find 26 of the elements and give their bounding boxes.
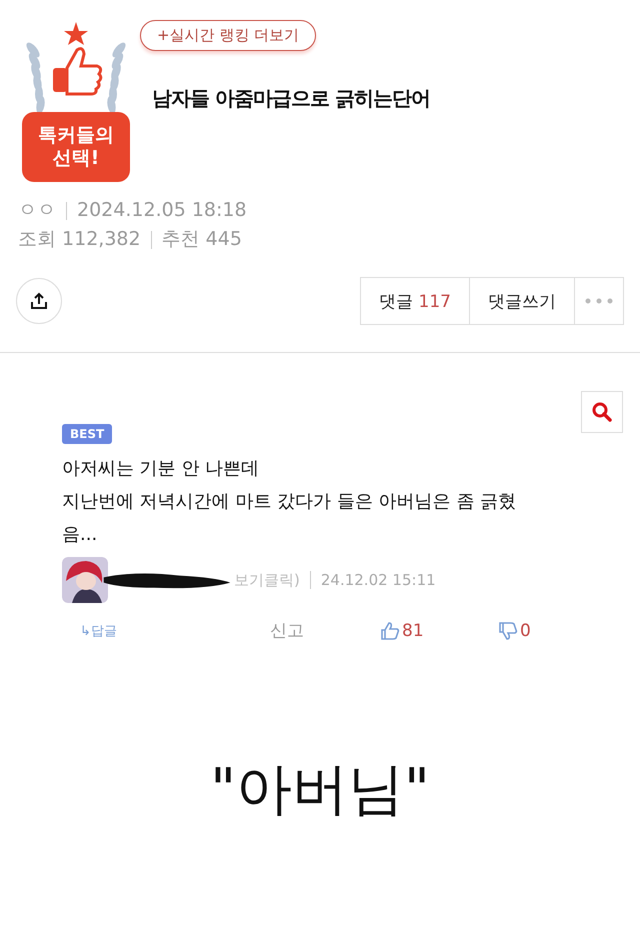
- author-name: ㅇㅇ: [18, 198, 56, 223]
- share-button[interactable]: [16, 278, 62, 324]
- upvote-button[interactable]: 81: [380, 620, 498, 640]
- ranking-button[interactable]: +실시간 랭킹 더보기: [140, 20, 316, 51]
- caption-text: "아버님": [209, 756, 431, 824]
- like-count: 추천 445: [162, 227, 242, 252]
- thumbs-down-icon: [498, 620, 518, 640]
- comment-text: 아저씨는 기분 안 나쁜데 지난번에 저녁시간에 마트 갔다가 들은 아버님은 좀 긁혔 음...: [62, 457, 518, 547]
- downvote-button[interactable]: 0: [498, 620, 616, 640]
- report-button[interactable]: 신고: [270, 619, 380, 642]
- write-comment-button[interactable]: 댓글쓰기: [469, 277, 575, 325]
- thumbs-up-icon: [380, 620, 400, 640]
- badge-text: 선택!: [52, 147, 100, 170]
- search-button[interactable]: [581, 391, 623, 433]
- view-count: 조회 112,382: [18, 227, 141, 252]
- share-icon: [29, 291, 49, 311]
- best-tag: BEST: [62, 424, 112, 444]
- commenter-name: 보기클릭): [234, 570, 300, 590]
- reply-button[interactable]: ↳답글: [80, 622, 270, 640]
- more-icon: [585, 298, 613, 304]
- post-title: 남자들 아줌마급으로 긁히는단어: [152, 85, 430, 112]
- comment-date: 24.12.02 15:11: [320, 571, 436, 589]
- comments-button[interactable]: 댓글 117: [360, 277, 470, 325]
- post-date: 2024.12.05 18:18: [77, 198, 247, 223]
- badge-text: 톡커들의: [38, 124, 114, 147]
- search-icon: [591, 401, 613, 423]
